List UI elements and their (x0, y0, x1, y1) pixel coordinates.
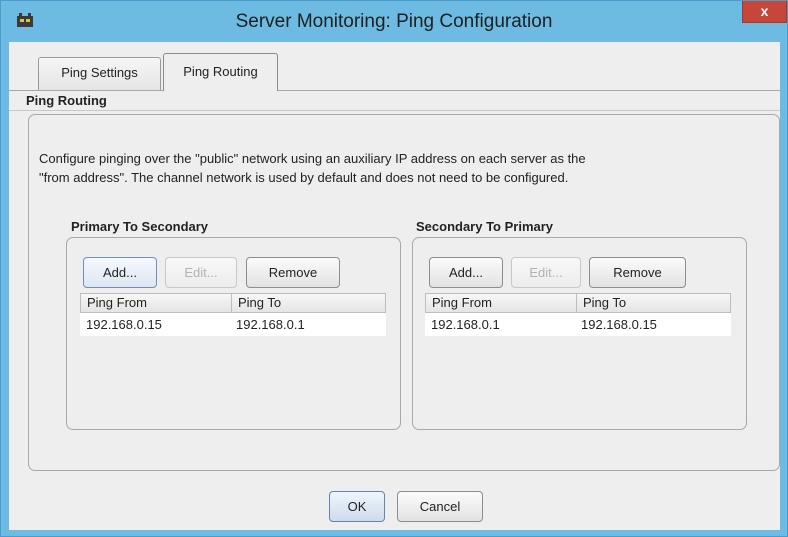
section-description: Configure pinging over the "public" netw… (39, 149, 779, 187)
cell-ping-to: 192.168.0.15 (581, 317, 657, 332)
tab-strip: Ping Settings Ping Routing (9, 42, 780, 92)
add-button-primary[interactable]: Add... (83, 257, 157, 288)
close-button[interactable]: x (742, 1, 787, 23)
dialog-content: Ping Settings Ping Routing Ping Routing … (9, 42, 780, 530)
cancel-button[interactable]: Cancel (397, 491, 483, 522)
table-row[interactable]: 192.168.0.1 192.168.0.15 (425, 313, 731, 336)
ok-button[interactable]: OK (329, 491, 385, 522)
dialog-window: Server Monitoring: Ping Configuration x … (0, 0, 788, 537)
table-header: Ping From Ping To (80, 293, 386, 313)
cell-ping-to: 192.168.0.1 (236, 317, 305, 332)
column-header-ping-to[interactable]: Ping To (576, 294, 730, 312)
group-title-primary-to-secondary: Primary To Secondary (71, 219, 209, 234)
ping-table-secondary: Ping From Ping To 192.168.0.1 192.168.0.… (425, 293, 731, 336)
remove-button-secondary[interactable]: Remove (589, 257, 686, 288)
section-title: Ping Routing (9, 91, 780, 111)
window-title: Server Monitoring: Ping Configuration (235, 11, 553, 32)
tab-ping-routing[interactable]: Ping Routing (163, 53, 278, 91)
cell-ping-from: 192.168.0.15 (86, 317, 162, 332)
group-title-secondary-to-primary: Secondary To Primary (416, 219, 554, 234)
tab-ping-settings[interactable]: Ping Settings (38, 57, 161, 91)
edit-button-primary[interactable]: Edit... (165, 257, 237, 288)
ping-table-primary: Ping From Ping To 192.168.0.15 192.168.0… (80, 293, 386, 336)
description-line-1: Configure pinging over the "public" netw… (39, 151, 586, 166)
cell-ping-from: 192.168.0.1 (431, 317, 500, 332)
column-header-ping-from[interactable]: Ping From (426, 294, 576, 312)
table-row[interactable]: 192.168.0.15 192.168.0.1 (80, 313, 386, 336)
table-header: Ping From Ping To (425, 293, 731, 313)
title-bar[interactable]: Server Monitoring: Ping Configuration x (1, 1, 787, 42)
add-button-secondary[interactable]: Add... (429, 257, 503, 288)
remove-button-primary[interactable]: Remove (246, 257, 340, 288)
edit-button-secondary[interactable]: Edit... (511, 257, 581, 288)
column-header-ping-from[interactable]: Ping From (81, 294, 231, 312)
column-header-ping-to[interactable]: Ping To (231, 294, 385, 312)
description-line-2: "from address". The channel network is u… (39, 170, 569, 185)
